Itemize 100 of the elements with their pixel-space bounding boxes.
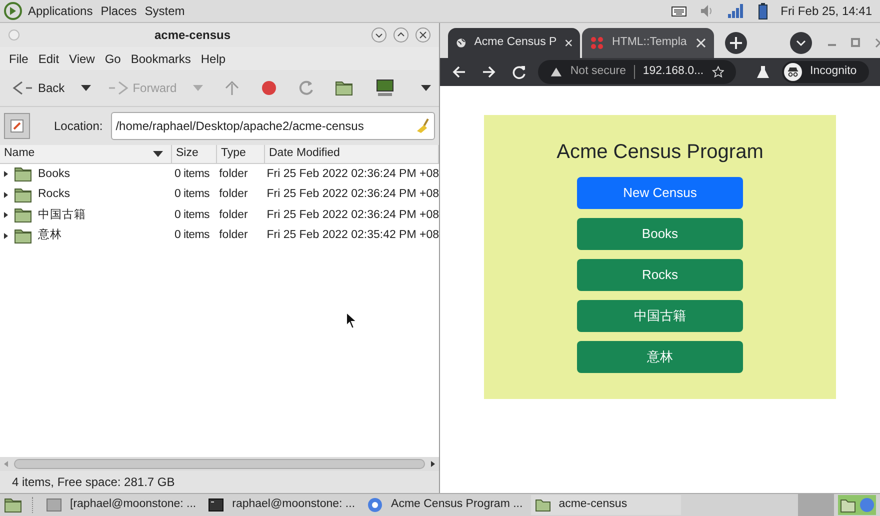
minimize-button[interactable] bbox=[371, 27, 387, 43]
date-cell-text: Fri 25 Feb 2022 02:35:42 PM +08 bbox=[266, 228, 440, 244]
flask-icon bbox=[756, 65, 770, 79]
incognito-icon bbox=[784, 63, 802, 81]
expander-icon bbox=[2, 170, 10, 178]
window-dot-icon bbox=[8, 29, 20, 41]
close-button[interactable] bbox=[415, 27, 431, 43]
workspace-switcher[interactable] bbox=[798, 494, 834, 516]
folder-icon bbox=[534, 497, 551, 513]
reload-icon bbox=[296, 79, 315, 97]
browser-tab[interactable]: HTML::Templa bbox=[582, 28, 714, 58]
column-header[interactable]: Size bbox=[172, 145, 217, 163]
browser-tab[interactable]: Acme Census P bbox=[448, 28, 580, 58]
forward-arrow-icon bbox=[482, 65, 496, 79]
edit-location-button[interactable] bbox=[4, 113, 30, 139]
back-button[interactable]: Back bbox=[8, 79, 69, 97]
address-bar[interactable]: Not secure 192.168.0... bbox=[538, 60, 736, 84]
dropdown-caret-icon bbox=[192, 85, 203, 91]
menu-item[interactable]: Go bbox=[100, 50, 126, 68]
date-cell-text: Fri 25 Feb 2022 02:36:24 PM +08 bbox=[266, 166, 440, 182]
column-header[interactable]: Date Modified bbox=[265, 145, 439, 163]
sort-caret-icon bbox=[153, 151, 163, 157]
location-label: Location: bbox=[54, 118, 103, 135]
date-cell-text: Fri 25 Feb 2022 02:36:24 PM +08 bbox=[266, 208, 440, 223]
menu-item[interactable]: View bbox=[64, 50, 100, 68]
workspace-windows-icon bbox=[838, 495, 876, 515]
pencil-note-icon bbox=[10, 119, 24, 133]
keyboard-icon bbox=[670, 5, 687, 17]
expander-icon bbox=[2, 190, 10, 199]
taskbar-button[interactable]: raphael@moonstone: ... bbox=[204, 495, 360, 515]
globe-icon bbox=[456, 36, 466, 50]
logo-icon bbox=[4, 2, 22, 20]
page-button[interactable]: 意林 bbox=[577, 341, 743, 373]
type-cell-text: folder bbox=[218, 166, 249, 182]
broom-icon bbox=[416, 118, 430, 134]
new-tab-button[interactable] bbox=[724, 31, 748, 55]
size-cell-text: 0 items bbox=[173, 187, 210, 202]
menu-item[interactable]: Edit bbox=[33, 50, 64, 68]
file-name: Rocks bbox=[38, 187, 70, 202]
column-header[interactable]: Type bbox=[217, 145, 265, 163]
expander-icon bbox=[2, 232, 10, 240]
scroll-left-icon bbox=[2, 460, 10, 468]
date-cell-text: Fri 25 Feb 2022 02:36:24 PM +08 bbox=[266, 187, 440, 202]
maximize-button[interactable] bbox=[393, 27, 409, 43]
scrollbar-thumb[interactable] bbox=[14, 459, 425, 469]
panel-menu[interactable]: Applications bbox=[26, 2, 95, 20]
horizontal-scrollbar[interactable] bbox=[0, 457, 439, 471]
folder-icon bbox=[14, 165, 34, 184]
show-desktop-icon bbox=[4, 496, 24, 514]
size-cell-text: 0 items bbox=[173, 208, 210, 223]
taskbar-button[interactable]: acme-census bbox=[530, 495, 681, 515]
scroll-right-icon bbox=[429, 460, 437, 468]
up-arrow-icon bbox=[222, 79, 241, 97]
star-icon bbox=[712, 65, 724, 79]
mouse-pointer-icon bbox=[346, 312, 358, 330]
page-button[interactable]: Rocks bbox=[577, 259, 743, 291]
overflow-caret-icon bbox=[421, 85, 431, 91]
incognito-button[interactable]: Incognito bbox=[782, 61, 869, 83]
menu-item[interactable]: File bbox=[4, 50, 34, 68]
type-cell-text: folder bbox=[218, 187, 249, 202]
page-button[interactable]: 中国古籍 bbox=[577, 300, 743, 332]
battery-icon bbox=[756, 2, 769, 20]
page-heading: Acme Census Program bbox=[556, 140, 764, 165]
home-folder-icon bbox=[334, 79, 355, 97]
panel-menu[interactable]: Places bbox=[98, 2, 139, 20]
type-cell-text: folder bbox=[218, 228, 249, 244]
folder-icon bbox=[14, 226, 34, 245]
taskbar-button[interactable]: Acme Census Program ... bbox=[363, 495, 527, 515]
panel-menu[interactable]: System bbox=[142, 2, 187, 20]
security-label: Not secure bbox=[570, 64, 626, 80]
terminal-icon bbox=[46, 497, 62, 513]
folder-icon bbox=[14, 186, 34, 204]
expander-icon bbox=[2, 211, 10, 220]
terminal-icon bbox=[208, 497, 224, 513]
menu-item[interactable]: Bookmarks bbox=[126, 50, 196, 68]
page-button[interactable]: New Census bbox=[577, 177, 743, 209]
url-text: 192.168.0... bbox=[642, 64, 704, 80]
forward-arrow-icon bbox=[106, 80, 129, 96]
taskbar-button[interactable]: [raphael@moonstone: ... bbox=[42, 495, 200, 515]
location-field[interactable]: /home/raphael/Desktop/apache2/acme-census bbox=[110, 112, 435, 140]
clock: Fri Feb 25, 14:41 bbox=[780, 3, 872, 20]
folder-icon bbox=[14, 206, 34, 224]
file-name: Books bbox=[38, 166, 70, 182]
reload-icon bbox=[512, 65, 526, 79]
back-arrow-icon bbox=[452, 65, 466, 79]
warning-icon bbox=[550, 66, 562, 78]
type-cell-text: folder bbox=[218, 208, 249, 223]
size-cell-text: 0 items bbox=[173, 228, 210, 244]
window-title: acme-census bbox=[153, 27, 232, 44]
menu-item[interactable]: Help bbox=[196, 50, 231, 68]
maximize-icon bbox=[850, 38, 861, 48]
page-button[interactable]: Books bbox=[577, 218, 743, 250]
four-dots-icon bbox=[590, 36, 604, 50]
status-bar-text: 4 items, Free space: 281.7 GB bbox=[0, 471, 439, 493]
column-header[interactable]: Name bbox=[0, 145, 172, 163]
tab-search-button[interactable] bbox=[788, 31, 813, 55]
computer-icon bbox=[374, 79, 395, 97]
back-arrow-icon bbox=[12, 80, 34, 96]
browser-icon bbox=[367, 497, 384, 513]
dropdown-caret-icon bbox=[80, 85, 91, 91]
